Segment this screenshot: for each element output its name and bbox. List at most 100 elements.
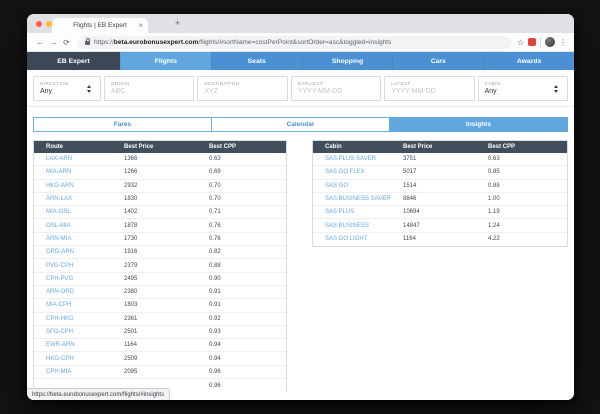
column-header-cabin[interactable]: Cabin (325, 144, 403, 150)
route-link[interactable]: ARN-ORD (46, 289, 124, 295)
best-cpp-cell: 0.70 (209, 196, 221, 203)
best-cpp-cell: 0.96 (209, 368, 221, 375)
forward-icon[interactable]: → (47, 38, 60, 47)
best-cpp-cell: 0.71 (209, 209, 221, 216)
table-row: SAS BUSINESS SAVER 8846 1.00 (313, 193, 567, 207)
table-row: MIA-ARN 1266 0.69 (34, 166, 286, 180)
best-price-cell: 2501 (124, 329, 138, 335)
route-link[interactable]: MIA-OSL (46, 209, 124, 215)
tab-calendar[interactable]: Calendar (211, 117, 390, 132)
lock-icon (85, 38, 90, 45)
nav-item-seats[interactable]: Seats (210, 52, 302, 70)
cabin-link[interactable]: SAS BUSINESS (325, 223, 403, 229)
best-price-cell: 1514 (403, 182, 417, 189)
table-row: PVG-CPH 2379 0.88 (34, 259, 286, 273)
close-window-button[interactable] (36, 20, 42, 27)
cabin-link[interactable]: SAS GO (325, 183, 403, 189)
tab-title: Flights | EB Expert (73, 22, 127, 29)
table-row: HKG-CPH 2509 0.94 (34, 352, 286, 366)
new-tab-button[interactable]: + (175, 18, 180, 28)
best-price-cell: 1830 (124, 196, 138, 203)
table-row: SAS GO LIGHT 1164 4.22 (313, 233, 567, 246)
destination-placeholder: XYZ (204, 88, 219, 95)
best-cpp-cell: 0.96 (209, 382, 221, 389)
site-navbar: EB Expert Flights Seats Shopping Cars Aw… (27, 52, 574, 70)
origin-field[interactable]: ORIGIN ABC (104, 76, 195, 101)
table-row: ARN-LAX 1830 0.70 (34, 193, 286, 207)
table-row: OSL-MIA 1878 0.76 (34, 219, 286, 233)
browser-toolbar: ← → ⟳ https://beta.eurobonusexpert.com/f… (27, 33, 574, 52)
column-header-route[interactable]: Route (46, 144, 124, 150)
profile-avatar[interactable] (545, 37, 555, 47)
best-price-cell: 1164 (124, 342, 137, 349)
best-price-cell: 2095 (124, 368, 138, 375)
url-scheme: https:// (94, 38, 114, 46)
nav-item-cars[interactable]: Cars (392, 52, 483, 70)
route-link[interactable]: CPH-HKG (46, 316, 124, 322)
column-header-best-price[interactable]: Best Price (403, 144, 488, 150)
cabin-link[interactable]: SAS PLUS SAVER (325, 156, 403, 162)
best-cpp-cell: 0.63 (209, 156, 221, 163)
best-cpp-cell: 0.90 (209, 275, 221, 282)
column-header-best-cpp[interactable]: Best CPP (209, 144, 286, 150)
cabin-select[interactable]: CABIN Any (477, 76, 569, 101)
route-link[interactable]: MIA-CPH (46, 302, 124, 308)
route-link[interactable]: CPH-MIA (46, 369, 124, 375)
best-price-cell: 14847 (403, 222, 420, 229)
route-link[interactable]: MIA-ARN (46, 169, 124, 175)
route-link[interactable]: PVG-CPH (46, 263, 124, 269)
column-header-best-price[interactable]: Best Price (124, 144, 209, 150)
insights-tables: Route Best Price Best CPP LAX-ARN 1366 0.6… (33, 140, 568, 400)
reload-icon[interactable]: ⟳ (60, 38, 73, 47)
latest-label: LATEST (391, 80, 411, 86)
table-row: CPH-HKG 2361 0.92 (34, 313, 286, 326)
url-host: beta.eurobonusexpert.com (113, 38, 199, 46)
best-price-cell: 1878 (124, 222, 138, 229)
browser-menu-icon[interactable]: ⋮ (559, 38, 567, 47)
cabins-table-header: Cabin Best Price Best CPP (313, 141, 567, 153)
address-bar[interactable]: https://beta.eurobonusexpert.com/flights… (78, 35, 512, 49)
cabin-link[interactable]: SAS BUSINESS SAVER (325, 196, 403, 202)
best-cpp-cell: 0.70 (209, 182, 221, 189)
destination-field[interactable]: DESTINATION XYZ (197, 76, 288, 101)
tab-insights[interactable]: Insights (389, 117, 568, 132)
column-header-best-cpp[interactable]: Best CPP (488, 144, 567, 150)
table-row: EWR-ARN 1164 0.94 (34, 339, 286, 353)
bookmark-star-icon[interactable]: ☆ (517, 38, 524, 47)
best-price-cell: 1164 (403, 236, 416, 243)
route-link[interactable]: EWR-ARN (46, 342, 124, 348)
back-icon[interactable]: ← (34, 38, 47, 47)
route-link[interactable]: SFO-CPH (46, 329, 124, 335)
nav-item-awards[interactable]: Awards (483, 52, 574, 70)
extension-icon[interactable] (528, 38, 536, 46)
latest-field[interactable]: LATEST YYYY-MM-DD (384, 76, 475, 101)
tab-fares[interactable]: Fares (33, 117, 212, 132)
brand-logo[interactable]: EB Expert (27, 52, 120, 70)
route-link[interactable]: ARN-MIA (46, 236, 124, 242)
nav-item-shopping[interactable]: Shopping (301, 52, 393, 70)
route-link[interactable]: OSL-MIA (46, 223, 124, 229)
best-cpp-cell: 0.82 (209, 249, 221, 256)
close-tab-icon[interactable]: × (138, 21, 143, 30)
route-link[interactable]: ARN-LAX (46, 196, 124, 202)
routes-table: Route Best Price Best CPP LAX-ARN 1366 0.6… (33, 140, 287, 393)
direction-select[interactable]: DIRECTION Any (33, 76, 101, 101)
best-cpp-cell: 0.88 (209, 262, 221, 269)
route-link[interactable]: HKG-CPH (46, 356, 124, 362)
cabin-link[interactable]: SAS GO FLEX (325, 169, 403, 175)
route-link[interactable]: LAX-ARN (46, 156, 124, 162)
nav-item-flights[interactable]: Flights (120, 52, 211, 70)
route-link[interactable]: CPH-PVG (46, 276, 124, 282)
best-cpp-cell: 0.93 (209, 329, 221, 335)
earliest-field[interactable]: EARLIEST YYYY-MM-DD (290, 76, 382, 101)
route-link[interactable]: ORD-ARN (46, 249, 124, 255)
status-bar-url: https://beta.eurobonusexpert.com/flights… (27, 388, 171, 400)
cabin-link[interactable]: SAS GO LIGHT (325, 236, 403, 242)
browser-tab[interactable]: Flights | EB Expert × (52, 18, 148, 33)
table-row: SAS PLUS SAVER 3751 0.63 (313, 153, 567, 167)
route-link[interactable]: HKG-ARN (46, 183, 124, 189)
minimize-window-button[interactable] (45, 20, 52, 27)
table-row: ARN-ORD 2380 0.91 (34, 286, 286, 300)
cabin-link[interactable]: SAS PLUS (325, 209, 403, 215)
browser-tab-bar: Flights | EB Expert × + (27, 14, 574, 33)
